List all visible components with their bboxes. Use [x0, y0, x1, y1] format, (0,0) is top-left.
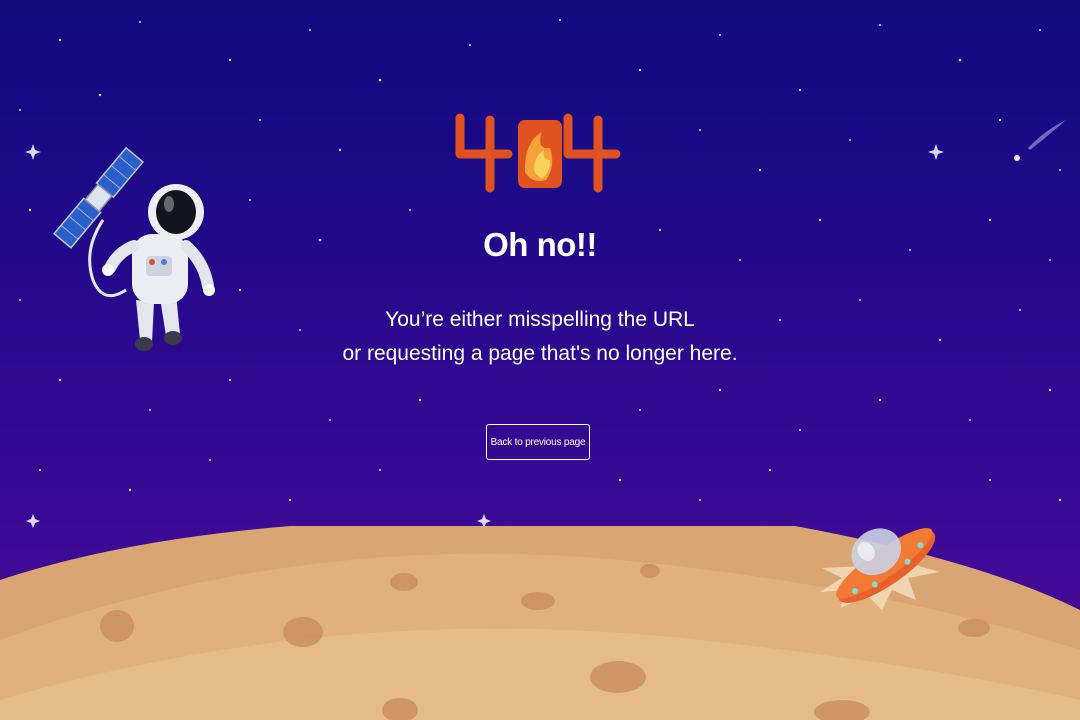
astronaut-with-satellite-icon	[53, 146, 215, 351]
crashed-ufo-icon	[820, 528, 940, 610]
shooting-star-icon	[1014, 120, 1066, 161]
error-code-logo	[455, 113, 621, 193]
back-to-previous-page-button[interactable]: Back to previous page	[486, 424, 590, 460]
fire-zero-icon	[518, 120, 562, 188]
error-page: Oh no!! You’re either misspelling the UR…	[0, 0, 1080, 720]
